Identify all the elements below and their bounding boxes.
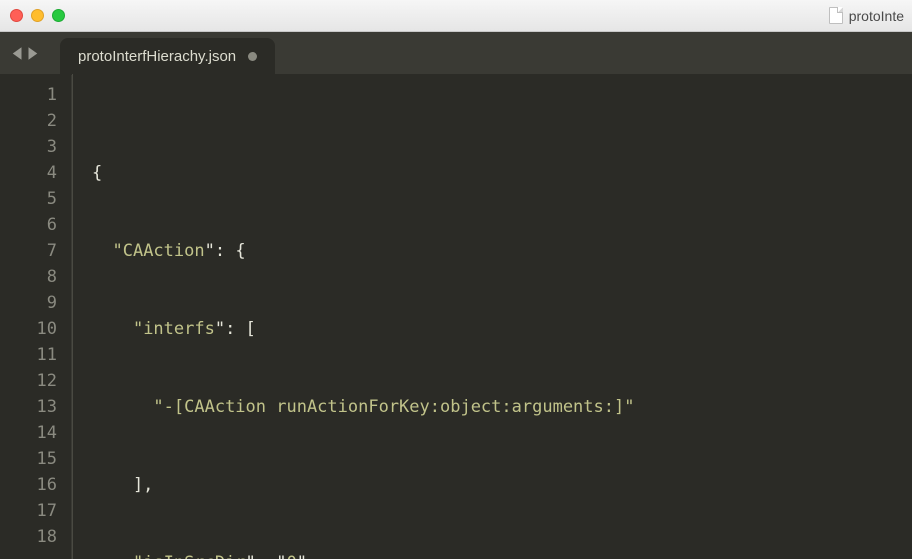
line-number: 5 <box>0 186 57 212</box>
line-number: 13 <box>0 394 57 420</box>
line-number-gutter: 1 2 3 4 5 6 7 8 9 10 11 12 13 14 15 16 1… <box>0 74 72 559</box>
line-number: 8 <box>0 264 57 290</box>
code-text: ": [ <box>215 319 256 339</box>
line-number: 16 <box>0 472 57 498</box>
line-number: 9 <box>0 290 57 316</box>
line-number: 1 <box>0 82 57 108</box>
traffic-lights <box>10 9 65 22</box>
code-text: -[CAAction runActionForKey:object:argume… <box>164 397 625 417</box>
line-number: 12 <box>0 368 57 394</box>
line-number: 15 <box>0 446 57 472</box>
code-text: " <box>92 553 143 559</box>
tab-active[interactable]: protoInterfHierachy.json <box>60 38 275 75</box>
code-text: ", <box>297 553 317 559</box>
code-text: ": { <box>205 241 246 261</box>
line-number: 7 <box>0 238 57 264</box>
window-title-text: protoInte <box>849 8 904 24</box>
code-text: " <box>92 241 123 261</box>
line-number: 18 <box>0 524 57 550</box>
code-text: " <box>624 397 634 417</box>
code-text: 0 <box>287 553 297 559</box>
close-window-button[interactable] <box>10 9 23 22</box>
document-icon <box>829 7 843 24</box>
nav-arrows <box>10 46 40 61</box>
line-number: 14 <box>0 420 57 446</box>
line-number: 2 <box>0 108 57 134</box>
nav-forward-button[interactable] <box>27 46 40 61</box>
window-titlebar: protoInte <box>0 0 912 32</box>
line-number: 3 <box>0 134 57 160</box>
tab-bar: protoInterfHierachy.json <box>0 32 912 74</box>
code-text: isInSrcDir <box>143 553 245 559</box>
code-text: " <box>92 397 164 417</box>
code-area[interactable]: { "CAAction": { "interfs": [ "-[CAAction… <box>72 74 912 559</box>
tab-filename: protoInterfHierachy.json <box>78 48 236 65</box>
code-text: ": " <box>246 553 287 559</box>
line-number: 17 <box>0 498 57 524</box>
unsaved-indicator-icon <box>248 52 257 61</box>
code-text: interfs <box>143 319 215 339</box>
code-text: CAAction <box>123 241 205 261</box>
window-title: protoInte <box>829 7 904 24</box>
code-text: ], <box>92 475 153 495</box>
code-text: { <box>92 163 102 183</box>
indent-guide <box>72 74 73 559</box>
nav-back-button[interactable] <box>10 46 23 61</box>
minimize-window-button[interactable] <box>31 9 44 22</box>
zoom-window-button[interactable] <box>52 9 65 22</box>
code-text: " <box>92 319 143 339</box>
line-number: 4 <box>0 160 57 186</box>
editor: 1 2 3 4 5 6 7 8 9 10 11 12 13 14 15 16 1… <box>0 74 912 559</box>
line-number: 11 <box>0 342 57 368</box>
line-number: 6 <box>0 212 57 238</box>
line-number: 10 <box>0 316 57 342</box>
